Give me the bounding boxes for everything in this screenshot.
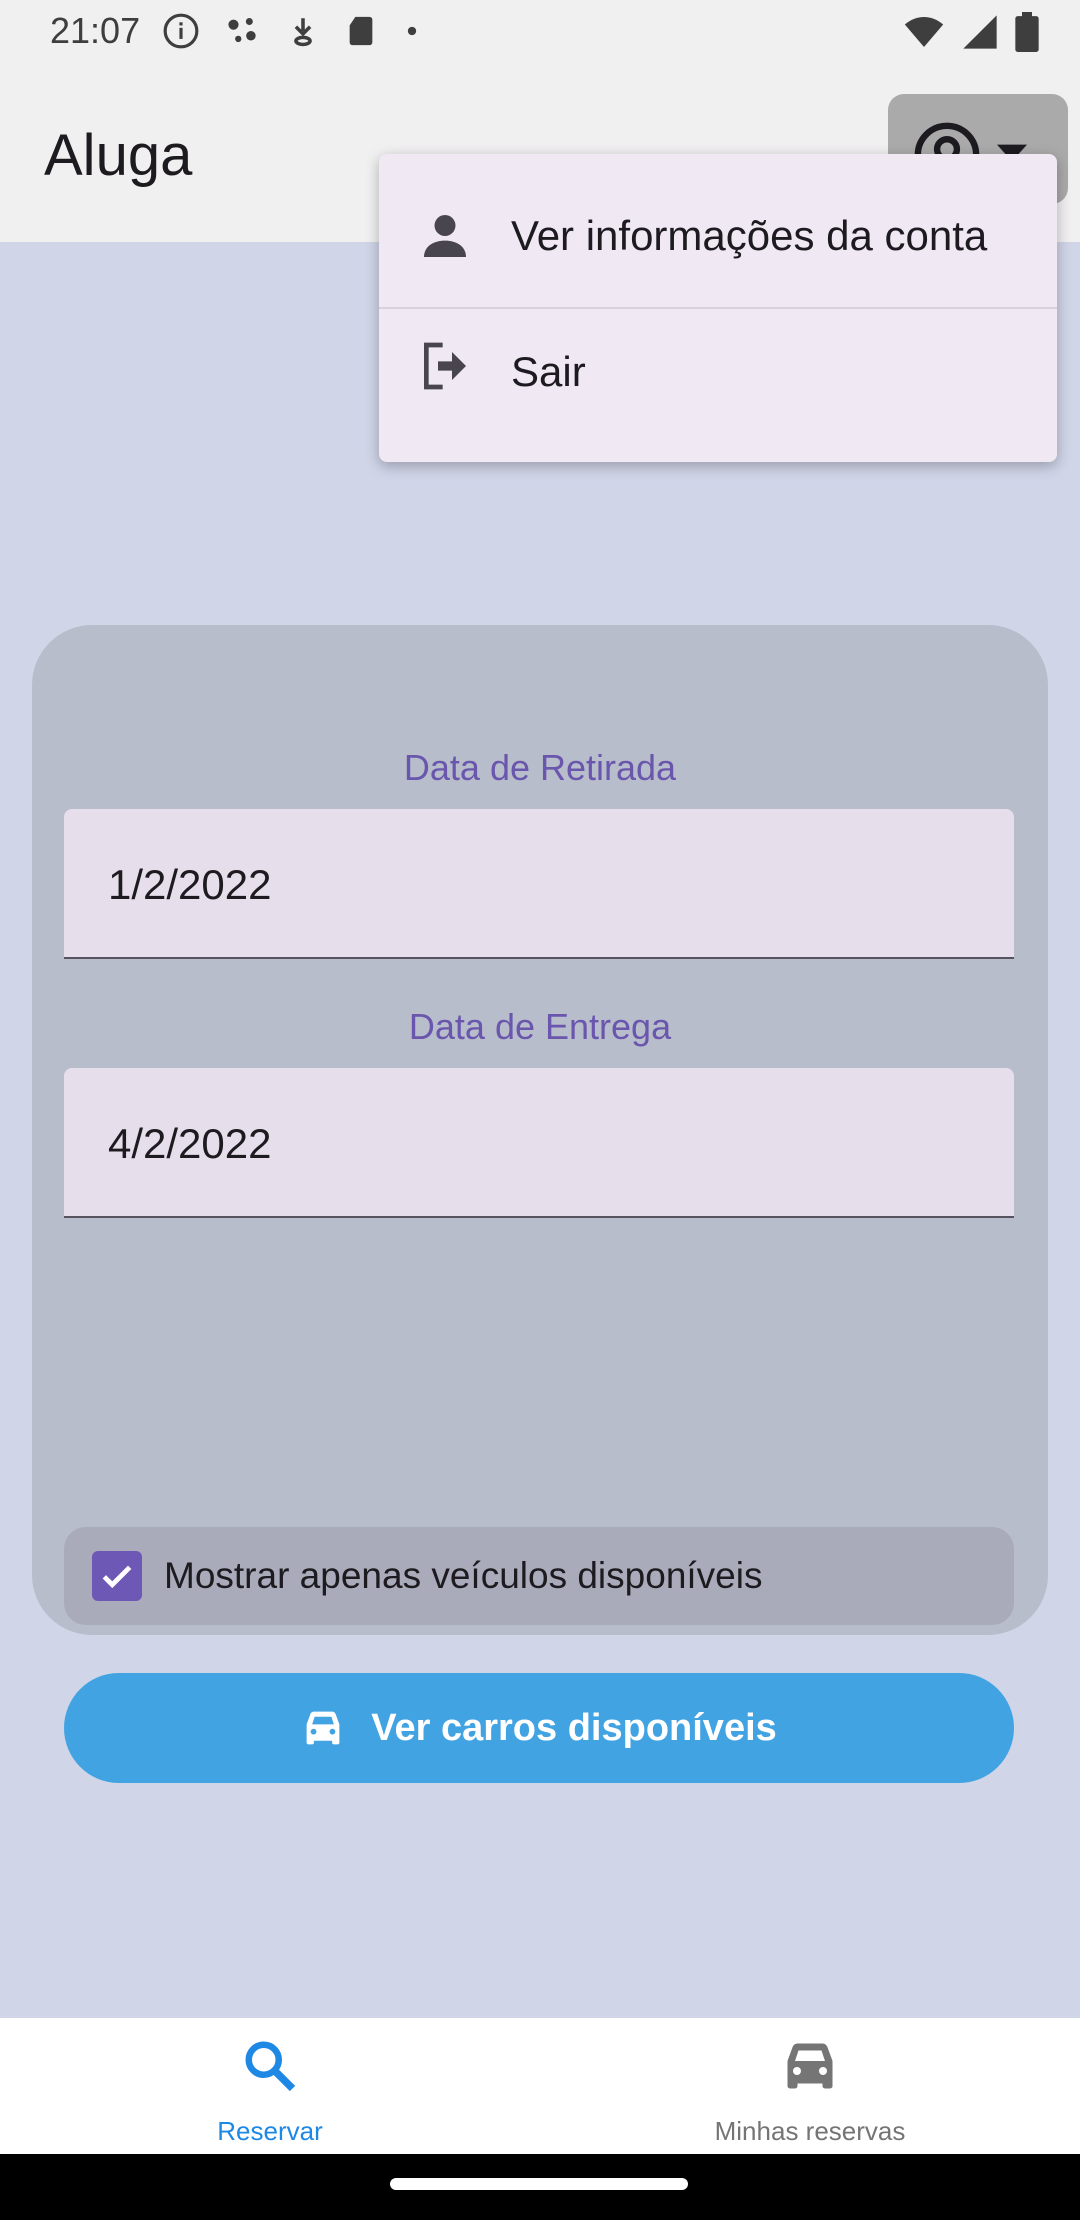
show-available-cars-label: Ver carros disponíveis [371, 1706, 777, 1749]
menu-label-logout: Sair [511, 348, 586, 395]
app-title: Aluga [44, 123, 193, 188]
menu-label-account-info: Ver informações da conta [511, 212, 988, 259]
person-icon [424, 215, 466, 257]
pickup-date-field[interactable]: 1/2/2022 [64, 809, 1014, 959]
gesture-bar [0, 2154, 1080, 2220]
nav-label-minhas-reservas: Minhas reservas [714, 2116, 906, 2146]
car-icon [306, 1711, 340, 1745]
status-icons-right [902, 12, 1040, 52]
search-icon [245, 2041, 296, 2092]
return-date-label: Data de Entrega [408, 1006, 672, 1047]
return-date-value: 4/2/2022 [108, 1120, 272, 1167]
main-content: Data de Retirada 1/2/2022 Data de Entreg… [0, 242, 1080, 2018]
status-bar: 21:07 [0, 0, 1080, 66]
logout-icon [424, 342, 466, 390]
nav-item-minhas-reservas[interactable]: Minhas reservas [540, 2018, 1080, 2154]
available-only-toggle[interactable]: Mostrar apenas veículos disponíveis [64, 1527, 1014, 1625]
sd-card-icon [349, 16, 373, 46]
status-icons-left [162, 12, 422, 50]
download-icon [294, 18, 312, 47]
account-dropdown-menu: Ver informações da conta Sair [379, 154, 1057, 462]
bottom-navigation: Reservar Minhas reservas [0, 2018, 1080, 2154]
battery-icon [1015, 12, 1039, 52]
info-icon [163, 13, 199, 49]
home-gesture-handle[interactable] [390, 2178, 688, 2190]
check-icon [102, 1565, 132, 1589]
menu-item-account-info[interactable]: Ver informações da conta [379, 172, 1057, 308]
signal-icon [963, 15, 997, 49]
status-time: 21:07 [50, 10, 141, 51]
menu-item-logout[interactable]: Sair [379, 308, 1057, 444]
nav-label-reservar: Reservar [217, 2116, 323, 2146]
dot-icon [407, 26, 417, 36]
reservation-form-card: Data de Retirada 1/2/2022 Data de Entreg… [32, 625, 1048, 1783]
nav-item-reservar[interactable]: Reservar [0, 2018, 540, 2154]
available-only-checkbox[interactable] [92, 1551, 142, 1601]
car-icon [787, 2043, 833, 2089]
wifi-icon [904, 17, 944, 47]
pickup-date-label: Data de Retirada [403, 747, 677, 788]
pickup-date-value: 1/2/2022 [108, 861, 272, 908]
assistant-dots-icon [228, 18, 256, 43]
return-date-field[interactable]: 4/2/2022 [64, 1068, 1014, 1218]
show-available-cars-button[interactable]: Ver carros disponíveis [64, 1673, 1014, 1783]
available-only-label: Mostrar apenas veículos disponíveis [164, 1555, 763, 1596]
